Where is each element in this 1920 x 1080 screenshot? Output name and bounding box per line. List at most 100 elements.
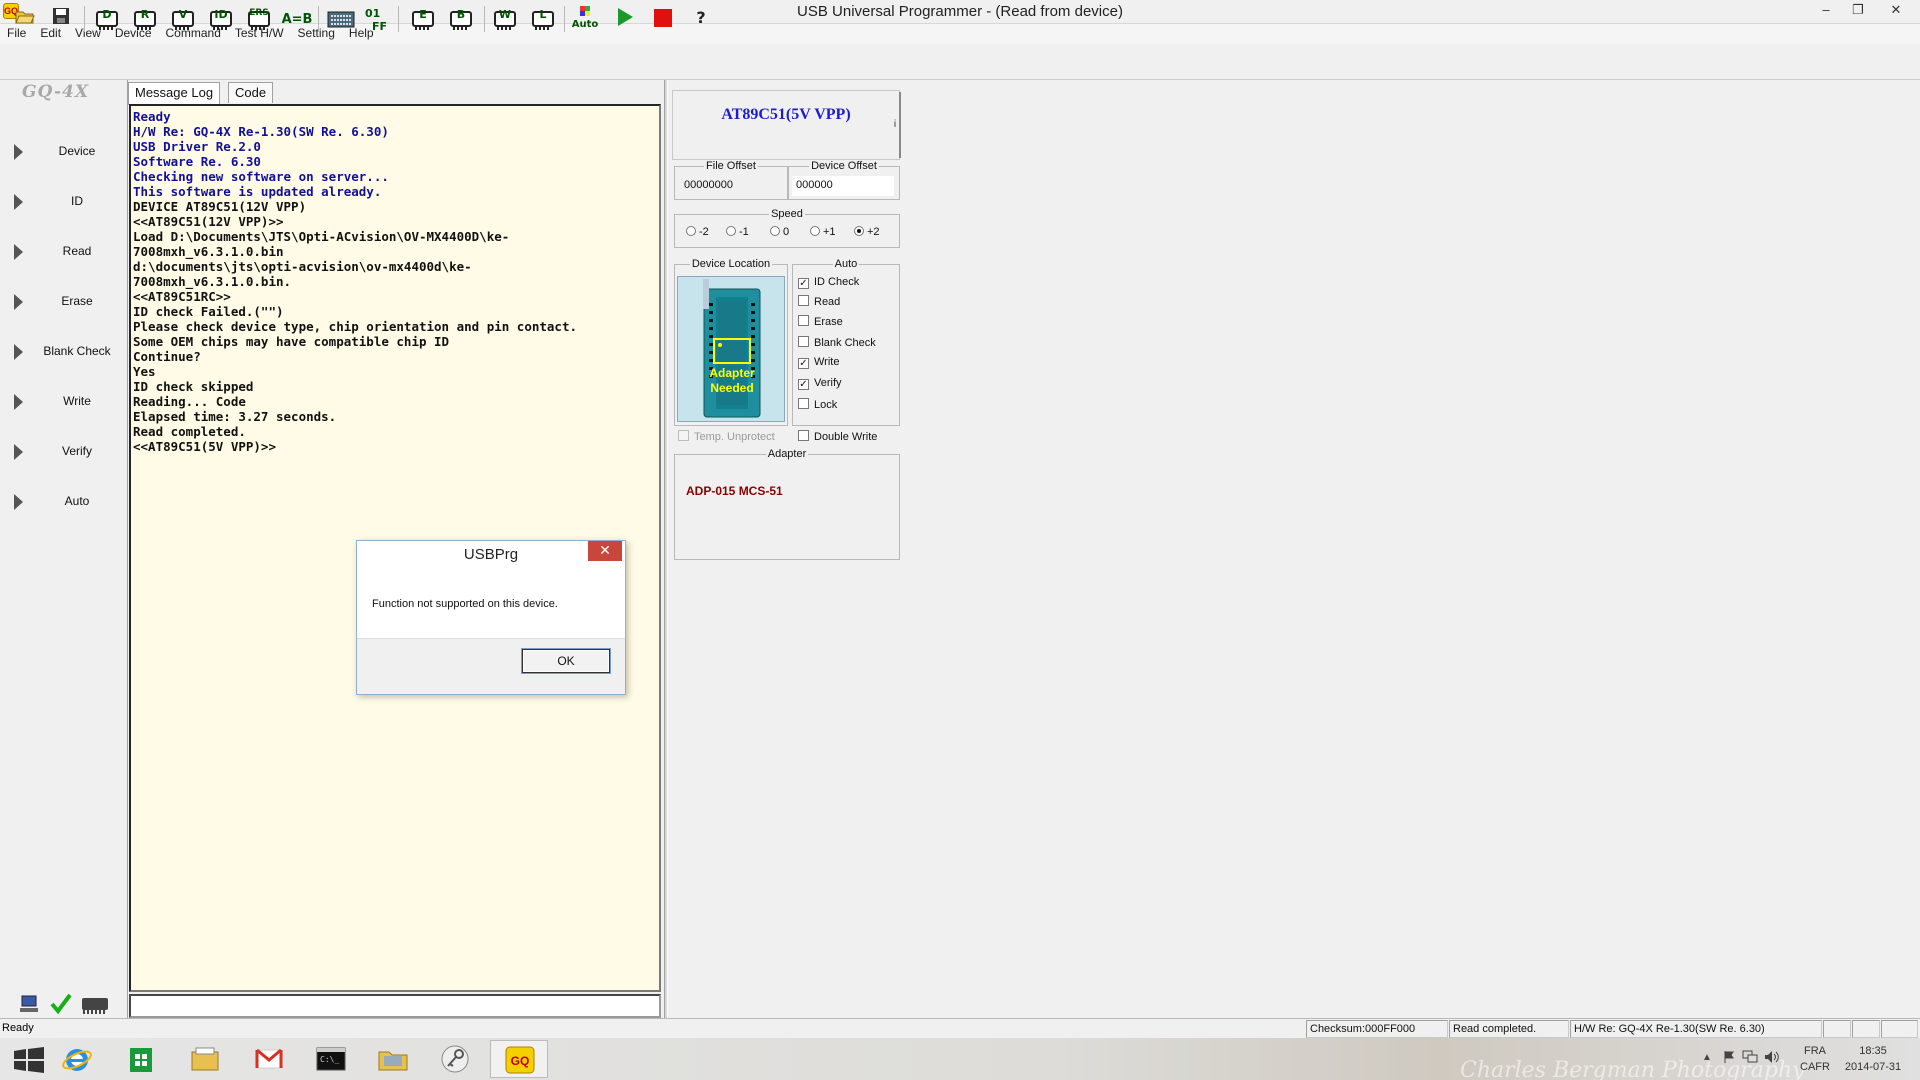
- tray-network-icon[interactable]: [1742, 1050, 1758, 1067]
- speed-label: Speed: [771, 208, 803, 220]
- keyboard-button[interactable]: [326, 4, 356, 32]
- tray-volume-icon[interactable]: [1764, 1050, 1780, 1067]
- close-button[interactable]: ✕: [1878, 0, 1914, 22]
- tab-message-log[interactable]: Message Log: [128, 82, 221, 105]
- ok-button[interactable]: OK: [522, 649, 610, 673]
- id-button[interactable]: ID: [206, 4, 236, 32]
- taskbar-gmail[interactable]: [240, 1040, 298, 1078]
- nav-label: Read: [62, 244, 92, 258]
- log-line: <<AT89C51(12V VPP)>>: [133, 214, 284, 229]
- splitter[interactable]: [664, 80, 668, 1018]
- taskbar-command-prompt[interactable]: C:\_: [302, 1040, 360, 1078]
- auto-option-label: Read: [814, 296, 841, 308]
- speed-option[interactable]: -2: [686, 226, 709, 238]
- checkbox-icon: [798, 430, 809, 441]
- stop-button[interactable]: [648, 4, 678, 32]
- nav-id[interactable]: ID: [6, 186, 124, 216]
- auto-lock-checkbox[interactable]: Lock: [798, 398, 837, 411]
- verify-button[interactable]: V: [168, 4, 198, 32]
- tray-overflow-icon[interactable]: ▲: [1702, 1052, 1712, 1063]
- speed-option[interactable]: +2: [854, 226, 880, 238]
- speed-option[interactable]: -1: [726, 226, 749, 238]
- nav-auto[interactable]: Auto: [6, 486, 124, 516]
- auto-verify-checkbox[interactable]: ✓ Verify: [798, 377, 842, 390]
- read-button[interactable]: R: [130, 4, 160, 32]
- nav-device[interactable]: Device: [6, 136, 124, 166]
- log-line: 7008mxh_v6.3.1.0.bin.: [133, 274, 292, 289]
- lock-label: L: [539, 8, 547, 21]
- speed-option[interactable]: 0: [770, 226, 789, 238]
- device-button[interactable]: D: [92, 4, 122, 32]
- write-label: W: [498, 8, 512, 21]
- clock-time: 18:35: [1859, 1045, 1887, 1057]
- device-offset-field[interactable]: 000000: [792, 176, 894, 196]
- temp-unprotect-checkbox[interactable]: Temp. Unprotect: [678, 430, 775, 443]
- expand-arrow-icon: [14, 394, 23, 410]
- device-box: [672, 90, 900, 160]
- tab-code[interactable]: Code: [228, 82, 274, 103]
- compare-button[interactable]: A=B: [280, 4, 314, 32]
- auto-erase-checkbox[interactable]: Erase: [798, 315, 843, 328]
- auto-button[interactable]: Auto: [570, 4, 600, 32]
- internet-explorer-icon: [62, 1049, 92, 1071]
- log-input[interactable]: [129, 994, 661, 1018]
- write-button[interactable]: W: [490, 4, 520, 32]
- auto-read-checkbox[interactable]: Read: [798, 295, 840, 308]
- nav-blank-check[interactable]: Blank Check: [6, 336, 124, 366]
- erase-label: ERS: [249, 8, 269, 18]
- taskbar-folder[interactable]: [364, 1040, 422, 1078]
- auto-id-check-checkbox[interactable]: ✓ ID Check: [798, 276, 859, 289]
- checkbox-icon: [798, 295, 809, 306]
- dialog-close-button[interactable]: ✕: [588, 541, 622, 561]
- double-write-checkbox[interactable]: Double Write: [798, 430, 877, 443]
- minimize-button[interactable]: –: [1808, 0, 1844, 22]
- save-button[interactable]: [46, 4, 76, 32]
- taskbar-file-explorer[interactable]: [176, 1040, 234, 1078]
- verify-label: V: [178, 8, 188, 21]
- play-icon: [618, 8, 633, 26]
- nav-erase[interactable]: Erase: [6, 286, 124, 316]
- log-line: Some OEM chips may have compatible chip …: [133, 334, 450, 349]
- tray-language[interactable]: FRA CAFR: [1800, 1043, 1830, 1075]
- file-offset-field[interactable]: 00000000: [680, 179, 733, 191]
- tray-flag-icon[interactable]: [1722, 1050, 1736, 1067]
- nav-read[interactable]: Read: [6, 236, 124, 266]
- open-button[interactable]: [10, 4, 40, 32]
- buffer-button[interactable]: B: [446, 4, 476, 32]
- speed-option-label: -2: [699, 226, 709, 238]
- device-info-button[interactable]: i: [891, 92, 901, 158]
- lock-button[interactable]: L: [528, 4, 558, 32]
- taskbar-store[interactable]: [112, 1040, 170, 1078]
- nav-write[interactable]: Write: [6, 386, 124, 416]
- nav-label: Device: [58, 144, 96, 158]
- speed-option[interactable]: +1: [810, 226, 836, 238]
- adapter-needed-line2: Needed: [710, 381, 753, 395]
- taskbar-key[interactable]: [426, 1040, 484, 1078]
- toolbar-separator: [84, 6, 85, 32]
- auto-write-checkbox[interactable]: ✓ Write: [798, 356, 839, 369]
- status-checksum: Checksum:000FF000: [1306, 1020, 1448, 1038]
- save-icon: [53, 8, 69, 24]
- edit-button[interactable]: E: [408, 4, 438, 32]
- restore-button[interactable]: ❐: [1840, 0, 1876, 22]
- help-button[interactable]: ?: [686, 4, 716, 32]
- command-prompt-icon: C:\_: [316, 1047, 346, 1071]
- blank-check-button[interactable]: 01 FF: [362, 4, 392, 33]
- status-cell: [1823, 1020, 1851, 1038]
- svg-text:C:\_: C:\_: [320, 1055, 339, 1064]
- status-read: Read completed.: [1449, 1020, 1569, 1038]
- programmer-device-icon: [82, 998, 108, 1014]
- erase-button[interactable]: ERS: [244, 4, 274, 32]
- auto-blank-check-checkbox[interactable]: Blank Check: [798, 336, 876, 349]
- expand-arrow-icon: [14, 144, 23, 160]
- left-nav: [0, 80, 128, 1018]
- log-line: d:\documents\jts\opti-acvision\ov-mx4400…: [133, 259, 472, 274]
- log-line: 7008mxh_v6.3.1.0.bin: [133, 244, 284, 259]
- device-location-label: Device Location: [691, 258, 771, 270]
- checkbox-checked-icon: ✓: [798, 278, 809, 289]
- play-button[interactable]: [610, 4, 640, 32]
- taskbar-gq-programmer[interactable]: GQ: [490, 1040, 548, 1078]
- nav-verify[interactable]: Verify: [6, 436, 124, 466]
- tray-clock[interactable]: 18:35 2014-07-31: [1838, 1043, 1908, 1075]
- taskbar-internet-explorer[interactable]: [48, 1040, 106, 1078]
